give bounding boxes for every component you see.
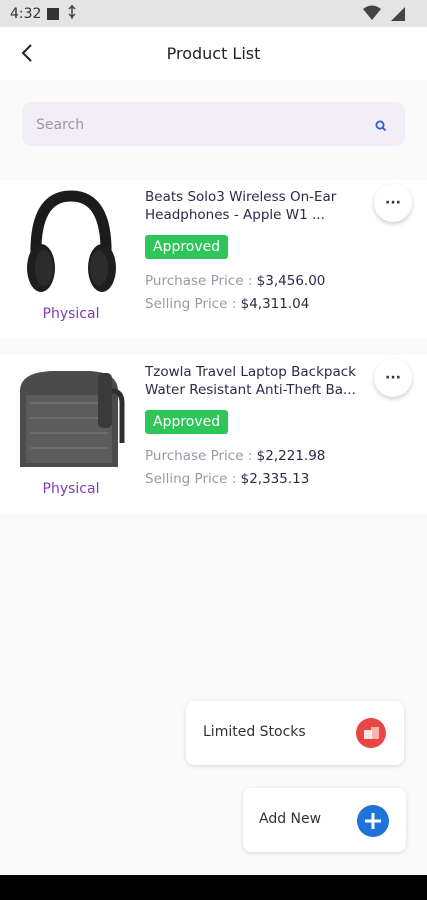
more-options-button[interactable]: ··· bbox=[374, 184, 412, 222]
selling-price-label: Selling Price : bbox=[145, 296, 237, 312]
selling-price-value: $4,311.04 bbox=[240, 296, 310, 312]
product-card[interactable]: Physical Tzowla Travel Laptop Backpack W… bbox=[0, 355, 427, 513]
status-bar: 4:32 bbox=[0, 0, 427, 27]
purchase-price-row: Purchase Price : $2,221.98 bbox=[145, 448, 325, 464]
status-badge: Approved bbox=[145, 410, 229, 434]
selling-price-row: Selling Price : $4,311.04 bbox=[145, 296, 309, 312]
purchase-price-label: Purchase Price : bbox=[145, 448, 253, 464]
limited-stocks-label: Limited Stocks bbox=[203, 724, 306, 740]
purchase-price-value: $3,456.00 bbox=[256, 273, 326, 289]
purchase-price-row: Purchase Price : $3,456.00 bbox=[145, 273, 325, 289]
purchase-price-value: $2,221.98 bbox=[256, 448, 326, 464]
search-input[interactable] bbox=[34, 102, 358, 148]
product-image-headphones bbox=[16, 188, 126, 298]
plus-icon bbox=[357, 805, 389, 841]
page-title: Product List bbox=[166, 44, 261, 63]
status-badge: Approved bbox=[145, 235, 229, 259]
product-title: Beats Solo3 Wireless On-Ear Headphones -… bbox=[145, 189, 337, 223]
selling-price-value: $2,335.13 bbox=[240, 471, 310, 487]
product-image-backpack bbox=[16, 363, 126, 473]
more-options-button[interactable]: ··· bbox=[374, 359, 412, 397]
add-new-button[interactable]: Add New bbox=[243, 788, 406, 852]
product-card[interactable]: Physical Beats Solo3 Wireless On-Ear Hea… bbox=[0, 180, 427, 338]
status-time: 4:32 bbox=[10, 5, 42, 22]
wifi-icon bbox=[363, 5, 381, 24]
stock-icon bbox=[356, 718, 386, 752]
selling-price-label: Selling Price : bbox=[145, 471, 237, 487]
selling-price-row: Selling Price : $2,335.13 bbox=[145, 471, 309, 487]
search-icon[interactable] bbox=[375, 117, 387, 136]
limited-stocks-button[interactable]: Limited Stocks bbox=[186, 701, 404, 765]
signal-icon bbox=[391, 6, 405, 25]
more-dots-icon: ··· bbox=[385, 195, 401, 211]
product-type: Physical bbox=[42, 481, 100, 497]
notification-icon bbox=[47, 7, 60, 20]
system-nav-bar bbox=[0, 875, 427, 900]
product-title: Tzowla Travel Laptop Backpack Water Resi… bbox=[145, 364, 357, 398]
usb-icon bbox=[67, 4, 77, 22]
product-type: Physical bbox=[42, 306, 100, 322]
purchase-price-label: Purchase Price : bbox=[145, 273, 253, 289]
search-bar bbox=[22, 102, 405, 148]
app-bar: Product List bbox=[0, 27, 427, 80]
more-dots-icon: ··· bbox=[385, 370, 401, 386]
add-new-label: Add New bbox=[259, 811, 322, 827]
